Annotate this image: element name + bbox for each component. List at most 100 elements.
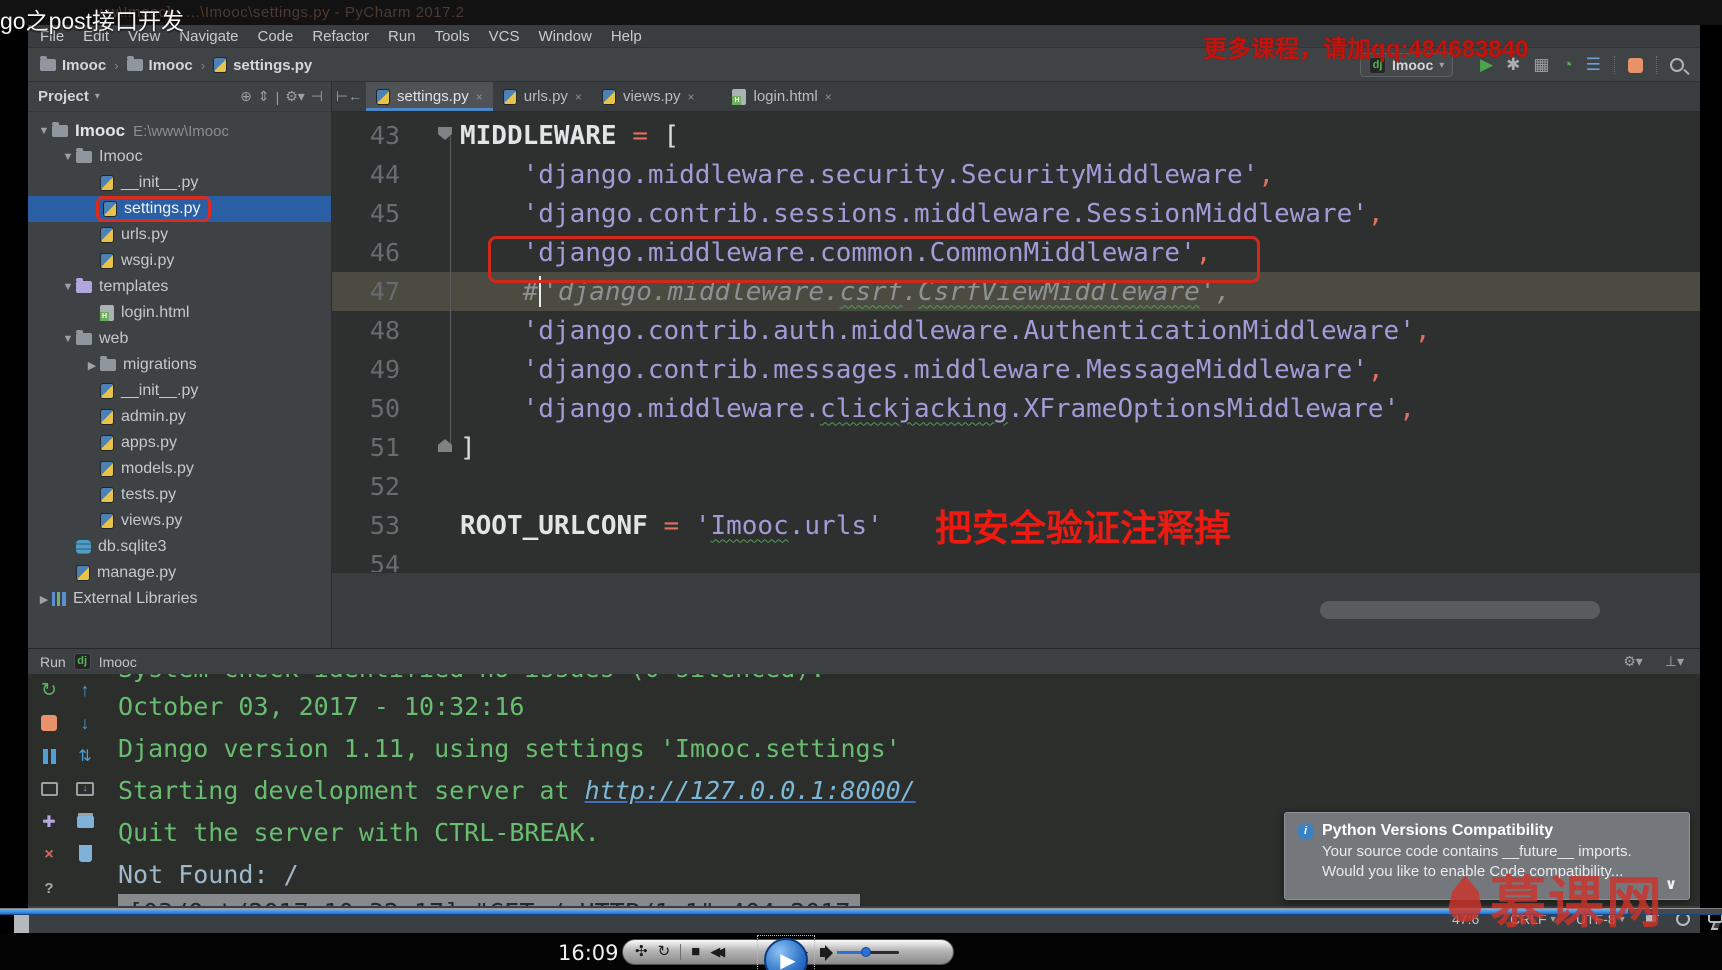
breadcrumb-item[interactable]: settings.py: [213, 57, 312, 74]
code-line-51[interactable]: 51]: [332, 428, 1700, 467]
tree-item-external-libraries[interactable]: ▶ External Libraries: [28, 586, 331, 612]
close-icon[interactable]: ×: [39, 845, 59, 865]
pin-tab-icon[interactable]: ✚: [39, 812, 59, 832]
stop-button[interactable]: [1627, 57, 1643, 73]
tree-item-wsgi-py[interactable]: wsgi.py: [28, 248, 331, 274]
build-button[interactable]: ☰: [1586, 52, 1601, 78]
search-everywhere-icon[interactable]: [1669, 58, 1684, 72]
profiler-button[interactable]: ◔: [1562, 52, 1572, 78]
soft-wrap-icon[interactable]: ↓: [76, 782, 94, 796]
tree-item--init-py[interactable]: __init__.py: [28, 170, 331, 196]
expand-arrow-icon[interactable]: ▼: [60, 151, 76, 163]
expand-arrow-icon[interactable]: ▼: [36, 125, 52, 137]
code-line-45[interactable]: 45 'django.contrib.sessions.middleware.S…: [332, 194, 1700, 233]
volume-slider[interactable]: [837, 946, 900, 957]
hide-tabs-icon[interactable]: ⊢←: [332, 82, 366, 111]
tab-views-py[interactable]: views.py ×: [592, 82, 705, 111]
horizontal-scrollbar[interactable]: [1320, 601, 1600, 619]
tree-item-db-sqlite3[interactable]: db.sqlite3: [28, 534, 331, 560]
stop-process-icon[interactable]: [41, 715, 57, 731]
console-settings-icon[interactable]: ⇅: [75, 746, 95, 766]
volume-icon[interactable]: [820, 944, 834, 961]
project-panel: Project ▾ ⊕ ⇕ | ⚙▾ ⊣ ▼ Imooc E:\www\Imooc ▼…: [28, 82, 332, 648]
close-tab-icon[interactable]: ×: [575, 90, 582, 104]
breadcrumb-item[interactable]: Imooc: [126, 56, 193, 74]
close-tab-icon[interactable]: ×: [687, 90, 694, 104]
menu-item-window[interactable]: Window: [538, 28, 591, 45]
tab-login-html[interactable]: login.html ×: [722, 82, 841, 111]
python-file-icon: [601, 88, 616, 105]
tree-item-tests-py[interactable]: tests.py: [28, 482, 331, 508]
code-line-48[interactable]: 48 'django.contrib.auth.middleware.Authe…: [332, 311, 1700, 350]
locate-file-icon[interactable]: ⊕: [240, 88, 252, 105]
close-tab-icon[interactable]: ×: [825, 90, 832, 104]
menu-item-run[interactable]: Run: [388, 28, 416, 45]
tree-item--init-py[interactable]: __init__.py: [28, 378, 331, 404]
chevron-down-icon[interactable]: ▾: [95, 91, 100, 102]
hide-panel-icon[interactable]: ⊣: [311, 88, 323, 105]
project-tree: ▼ Imooc E:\www\Imooc ▼ Imooc __init__.py setti…: [28, 118, 331, 612]
menu-item-navigate[interactable]: Navigate: [179, 28, 238, 45]
code-line-43[interactable]: 43 MIDDLEWARE = [: [332, 116, 1700, 155]
expand-arrow-icon[interactable]: ▼: [60, 281, 76, 293]
print-icon[interactable]: [76, 816, 94, 828]
annotation-text: 把安全验证注释掉: [935, 507, 1231, 550]
expand-notification-icon[interactable]: ∨: [1665, 875, 1677, 893]
tree-item-apps-py[interactable]: apps.py: [28, 430, 331, 456]
volume-slider-thumb[interactable]: [861, 946, 872, 957]
scroll-source-icon[interactable]: ⇕: [258, 88, 270, 105]
next-output-icon[interactable]: ↓: [75, 713, 95, 733]
hide-run-panel-icon[interactable]: ⊥▾: [1665, 653, 1684, 670]
rerun-icon[interactable]: ↻: [39, 680, 59, 701]
run-settings-gear-icon[interactable]: ⚙▾: [1623, 653, 1643, 670]
project-panel-header: Project ▾ ⊕ ⇕ | ⚙▾ ⊣: [28, 82, 331, 112]
tree-item-migrations[interactable]: ▶ migrations: [28, 352, 331, 378]
rewind-icon[interactable]: ◀◀: [710, 944, 725, 960]
menu-item-vcs[interactable]: VCS: [489, 28, 520, 45]
tree-item-admin-py[interactable]: admin.py: [28, 404, 331, 430]
tree-item-web[interactable]: ▼ web: [28, 326, 331, 352]
pause-output-icon[interactable]: [39, 746, 59, 766]
replay-icon[interactable]: ↻: [658, 939, 671, 965]
tree-item-imooc[interactable]: ▼ Imooc: [28, 144, 331, 170]
stop-playback-icon[interactable]: ■: [691, 939, 700, 965]
code-token: ,: [1399, 393, 1415, 424]
code-line-44[interactable]: 44 'django.middleware.security.SecurityM…: [332, 155, 1700, 194]
html-file-icon: [732, 88, 747, 105]
code-line-50[interactable]: 50 'django.middleware. clickjacking .XFram…: [332, 389, 1700, 428]
folder-icon: [76, 330, 92, 345]
expand-arrow-icon[interactable]: ▼: [60, 333, 76, 345]
notification-title: Python Versions Compatibility: [1322, 822, 1554, 839]
code-token: 'django.contrib.sessions.middleware.Sess…: [522, 198, 1368, 229]
menu-item-refactor[interactable]: Refactor: [312, 28, 369, 45]
tree-item-settings-py[interactable]: settings.py: [28, 196, 331, 222]
help-icon[interactable]: ?: [39, 878, 59, 898]
code-line-49[interactable]: 49 'django.contrib.messages.middleware.M…: [332, 350, 1700, 389]
coverage-button[interactable]: ▦: [1533, 52, 1549, 78]
tree-item-views-py[interactable]: views.py: [28, 508, 331, 534]
show-console-icon[interactable]: [40, 782, 58, 796]
close-tab-icon[interactable]: ×: [476, 90, 483, 104]
collapse-arrow-icon[interactable]: ▶: [84, 359, 100, 372]
tree-item-templates[interactable]: ▼ templates: [28, 274, 331, 300]
menu-item-code[interactable]: Code: [257, 28, 293, 45]
breadcrumb-item[interactable]: Imooc: [40, 56, 106, 74]
menu-item-help[interactable]: Help: [611, 28, 642, 45]
tab-urls-py[interactable]: urls.py ×: [493, 82, 592, 111]
tree-item-models-py[interactable]: models.py: [28, 456, 331, 482]
menu-item-tools[interactable]: Tools: [435, 28, 470, 45]
clear-console-icon[interactable]: [78, 848, 92, 862]
tree-item-urls-py[interactable]: urls.py: [28, 222, 331, 248]
tree-item-manage-py[interactable]: manage.py: [28, 560, 331, 586]
console-link[interactable]: http://127.0.0.1:8000/: [585, 776, 916, 805]
run-panel-config: Imooc: [98, 653, 137, 670]
prev-output-icon[interactable]: ↑: [75, 680, 95, 700]
tab-settings-py[interactable]: settings.py ×: [366, 82, 493, 111]
tree-item-imooc[interactable]: ▼ Imooc E:\www\Imooc: [28, 118, 331, 144]
gear-icon[interactable]: ⚙▾: [285, 88, 305, 105]
tab-label: login.html: [753, 88, 818, 105]
tree-item-login-html[interactable]: login.html: [28, 300, 331, 326]
collapse-arrow-icon[interactable]: ▶: [36, 593, 52, 606]
